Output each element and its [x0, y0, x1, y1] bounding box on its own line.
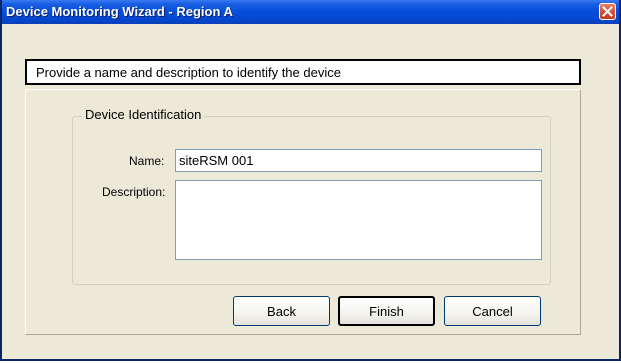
- window-title: Device Monitoring Wizard - Region A: [6, 4, 233, 19]
- cancel-button[interactable]: Cancel: [444, 296, 541, 326]
- back-button[interactable]: Back: [233, 296, 330, 326]
- close-icon: [602, 6, 613, 17]
- title-bar[interactable]: Device Monitoring Wizard - Region A: [2, 0, 619, 24]
- description-field[interactable]: [175, 180, 542, 260]
- group-title: Device Identification: [82, 107, 205, 122]
- description-label: Description:: [102, 185, 166, 199]
- instruction-text: Provide a name and description to identi…: [36, 65, 341, 80]
- close-button[interactable]: [599, 3, 616, 20]
- instruction-banner: Provide a name and description to identi…: [25, 59, 581, 85]
- name-field[interactable]: [175, 149, 542, 172]
- finish-button[interactable]: Finish: [338, 296, 435, 326]
- name-label: Name:: [129, 154, 165, 168]
